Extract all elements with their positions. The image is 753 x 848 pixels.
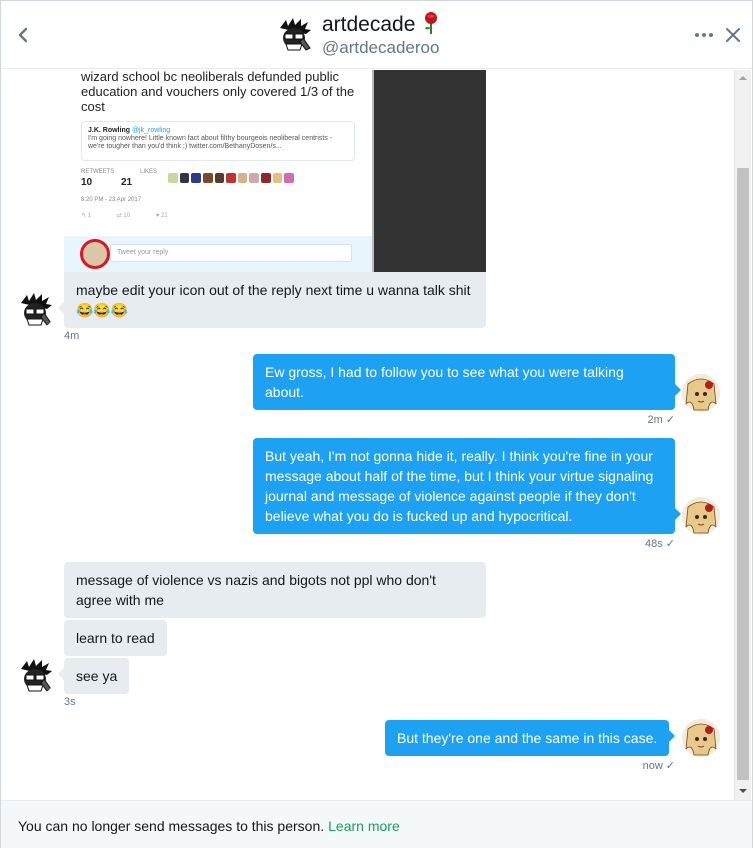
read-check-icon: ✓ [665,414,675,426]
message-bubble-incoming[interactable]: learn to read [64,620,167,656]
screenshot-retweet-count: 10 [81,177,93,188]
message-text: maybe edit your icon out of the reply ne… [76,282,471,318]
back-button[interactable] [11,23,35,47]
message-bubble-incoming[interactable]: message of violence vs nazis and bigots … [64,562,486,618]
screenshot-action-like: 21 [161,213,168,219]
screenshot-quoted-text: I'm going nowhere! Little known fact abo… [88,135,333,150]
message-text: message of violence vs nazis and bigots … [76,572,436,608]
header-avatar[interactable] [276,16,314,54]
message-list[interactable]: wizard school bc neoliberals defunded pu… [1,70,752,800]
message-text: But yeah, I'm not gonna hide it, really.… [265,448,654,524]
message-timestamp: 4m [64,330,80,342]
message-bubble-outgoing[interactable]: Ew gross, I had to follow you to see wha… [253,354,681,410]
sender-avatar[interactable] [17,291,55,329]
arrow-down-icon [739,789,747,793]
chevron-left-icon [18,27,28,43]
learn-more-link[interactable]: Learn more [328,818,400,834]
message-timestamp: now ✓ [601,759,675,772]
arrow-up-icon [739,76,747,80]
timestamp-text: 2m [647,414,663,426]
sender-avatar[interactable] [17,657,55,695]
screenshot-actions: ↰ 1 ⇄ 10 ♥ 21 [81,213,168,219]
message-timestamp: 2m ✓ [601,413,676,426]
screenshot-quoted-handle: @jk_rowling [131,127,171,134]
screenshot-reply-bar: Tweet your reply [64,236,374,272]
scroll-down-button[interactable] [735,783,751,799]
my-avatar[interactable] [682,719,720,757]
conversation-header: artdecade @artdecaderoo [1,1,752,69]
message-timestamp: 48s ✓ [601,537,675,550]
dm-window: artdecade @artdecaderoo wizard school bc… [0,0,753,848]
message-bubble-incoming[interactable]: maybe edit your icon out of the reply ne… [58,272,486,328]
read-check-icon: ✓ [665,538,675,550]
rose-emoji [421,11,441,35]
screenshot-quoted-tweet: J.K. Rowling @jk_rowling I'm going nowhe… [81,121,355,161]
more-horizontal-icon [695,33,713,37]
screenshot-stat-labels: RETWEETS LIKES [81,169,157,175]
screenshot-action-retweet: 10 [123,213,131,219]
timestamp-text: 48s [645,538,663,550]
screenshot-dark-panel [374,70,486,272]
blocked-notice-text: You can no longer send messages to this … [18,818,325,834]
message-bubble-outgoing[interactable]: But yeah, I'm not gonna hide it, really.… [253,438,681,534]
message-text: see ya [76,668,118,684]
close-icon [726,28,740,42]
message-text: Ew gross, I had to follow you to see wha… [265,364,624,400]
message-timestamp: 3s [64,696,76,708]
message-bubble-incoming[interactable]: see ya [57,658,130,694]
close-button[interactable] [723,25,743,45]
scrollbar-thumb[interactable] [737,168,749,780]
my-avatar[interactable] [682,497,720,535]
more-options-button[interactable] [694,25,714,45]
likes-label: LIKES [140,169,158,175]
message-text: learn to read [76,630,155,646]
screenshot-red-circle [80,239,110,269]
blocked-notice: You can no longer send messages to this … [18,818,400,834]
screenshot-tweet-text: wizard school bc neoliberals defunded pu… [81,70,355,114]
timestamp-text: now [642,760,663,772]
header-display-name[interactable]: artdecade [322,13,415,37]
header-handle[interactable]: @artdecaderoo [322,38,439,58]
message-text: But they're one and the same in this cas… [397,730,658,746]
scroll-up-button[interactable] [735,70,751,86]
retweets-label: RETWEETS [81,169,115,175]
screenshot-reply-input: Tweet your reply [110,244,352,262]
screenshot-like-count: 21 [121,177,133,188]
shared-screenshot-image[interactable]: wizard school bc neoliberals defunded pu… [64,70,486,272]
conversation-footer: You can no longer send messages to this … [1,800,752,848]
screenshot-quoted-author: J.K. Rowling [88,127,130,134]
message-bubble-outgoing[interactable]: But they're one and the same in this cas… [385,720,676,756]
scrollbar[interactable] [734,70,751,800]
screenshot-action-reply: 1 [87,213,92,219]
screenshot-date: 8:20 PM - 23 Apr 2017 [81,197,142,203]
screenshot-likers-avatars [168,173,295,185]
my-avatar[interactable] [682,374,720,412]
read-check-icon: ✓ [665,760,675,772]
